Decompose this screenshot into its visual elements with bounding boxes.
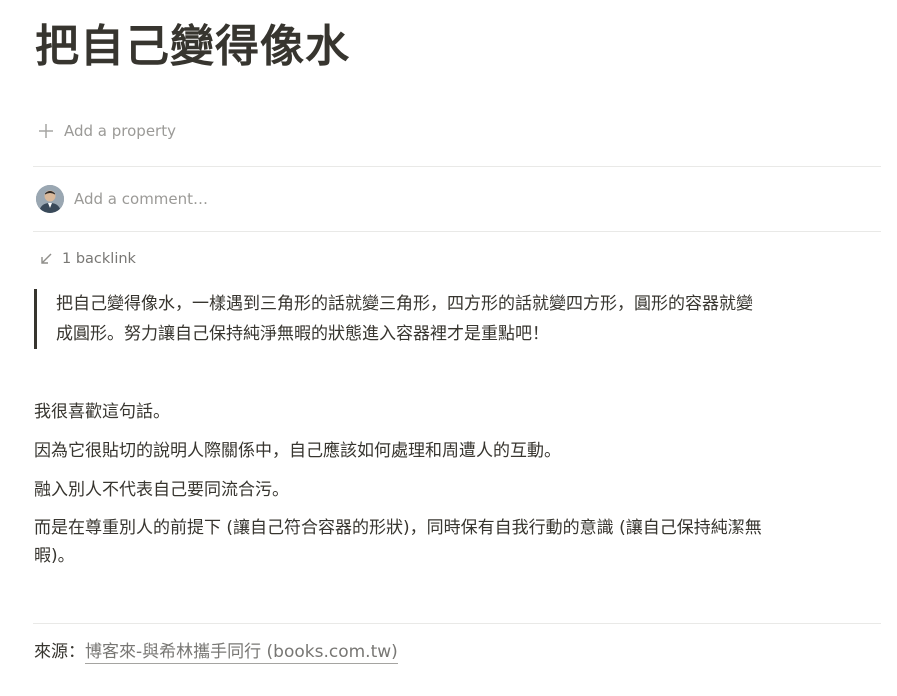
source-link[interactable]: 博客來-與希林攜手同行 (books.com.tw): [85, 642, 398, 664]
page-title[interactable]: 把自己變得像水: [35, 16, 350, 78]
quote-line-2: 成圓形。努力讓自己保持純淨無暇的狀態進入容器裡才是重點吧！: [56, 324, 549, 344]
add-property-button[interactable]: Add a property: [36, 118, 176, 144]
content-divider: [33, 623, 881, 624]
paragraph-4-line-1: 而是在尊重別人的前提下 (讓自己符合容器的形狀)，同時保有自我行動的意識 (讓自…: [34, 518, 762, 538]
arrow-down-left-icon: [38, 251, 54, 267]
paragraph-3[interactable]: 融入別人不代表自己要同流合污。: [34, 476, 864, 504]
source-prefix: 來源：: [34, 642, 85, 662]
comment-input[interactable]: [74, 190, 474, 208]
properties-divider: [33, 166, 881, 167]
plus-icon: [36, 121, 56, 141]
page-container: 把自己變得像水 Add a property Add a comment… 1 …: [0, 0, 897, 696]
source-line: 來源：博客來-與希林攜手同行 (books.com.tw): [34, 638, 398, 666]
add-property-label: Add a property: [64, 122, 176, 140]
paragraph-4-line-2: 暇)。: [34, 546, 75, 566]
comments-divider: [33, 231, 881, 232]
backlink-label: 1 backlink: [62, 251, 136, 267]
paragraph-1[interactable]: 我很喜歡這句話。: [34, 398, 864, 426]
quote-block[interactable]: 把自己變得像水，一樣遇到三角形的話就變三角形，四方形的話就變四方形，圓形的容器就…: [34, 289, 876, 349]
paragraph-2[interactable]: 因為它很貼切的說明人際關係中，自己應該如何處理和周遭人的互動。: [34, 437, 864, 465]
quote-line-1: 把自己變得像水，一樣遇到三角形的話就變三角形，四方形的話就變四方形，圓形的容器就…: [56, 294, 753, 314]
backlink-button[interactable]: 1 backlink: [38, 247, 136, 271]
user-avatar: [36, 185, 64, 213]
paragraph-4[interactable]: 而是在尊重別人的前提下 (讓自己符合容器的形狀)，同時保有自我行動的意識 (讓自…: [34, 514, 864, 570]
comment-row: [36, 184, 474, 214]
